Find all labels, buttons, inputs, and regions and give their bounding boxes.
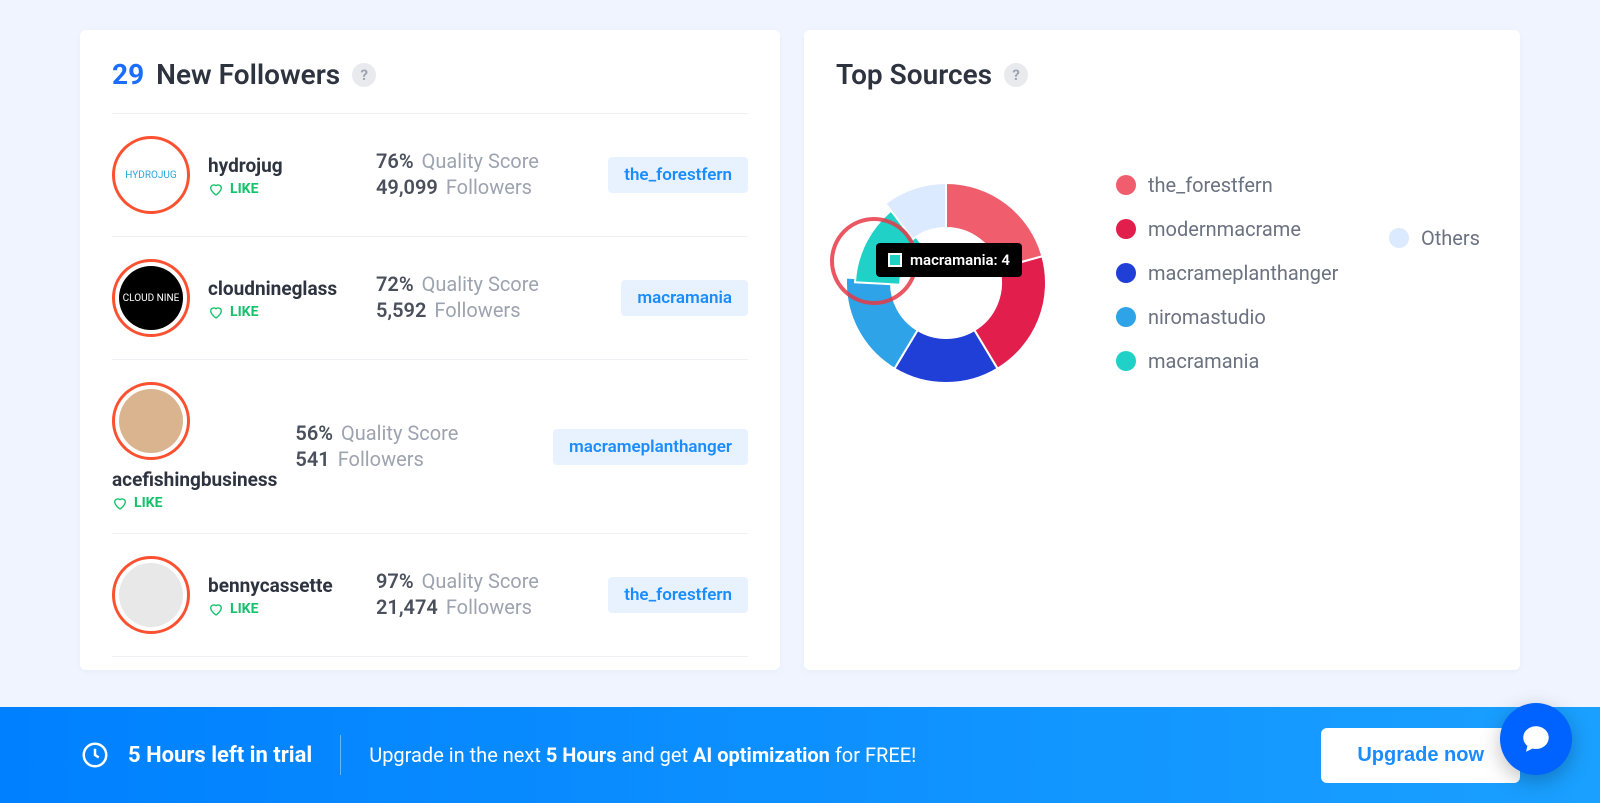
follower-row[interactable]: bennycassette LIKE 97%Quality Score 21,4… [112, 534, 748, 657]
new-followers-count: 29 [112, 58, 144, 91]
trial-time-left: 5 Hours left in trial [128, 743, 312, 768]
follower-stats: 97%Quality Score 21,474Followers [376, 569, 590, 621]
help-icon[interactable]: ? [1004, 63, 1028, 87]
heart-icon [208, 181, 224, 197]
like-button[interactable]: LIKE [208, 601, 358, 617]
donut-chart[interactable]: macramania: 4 [836, 173, 1056, 393]
upgrade-button[interactable]: Upgrade now [1321, 728, 1520, 783]
legend-item[interactable]: macramania [1116, 349, 1338, 373]
legend-item[interactable]: niromastudio [1116, 305, 1338, 329]
chat-icon [1519, 722, 1553, 756]
tooltip-label: macramania: 4 [910, 251, 1010, 269]
trial-message: Upgrade in the next 5 Hours and get AI o… [369, 743, 916, 767]
heart-icon [208, 304, 224, 320]
top-sources-header: Top Sources ? [836, 58, 1488, 113]
heart-icon [112, 495, 128, 511]
legend-item[interactable]: macrameplanthanger [1116, 261, 1338, 285]
source-tag[interactable]: the_forestfern [608, 577, 748, 613]
chart-tooltip: macramania: 4 [876, 243, 1022, 277]
source-tag[interactable]: the_forestfern [608, 157, 748, 193]
legend-label: macramania [1148, 349, 1259, 373]
like-label: LIKE [230, 304, 258, 320]
new-followers-header: 29 New Followers ? [112, 58, 748, 114]
source-tag[interactable]: macrameplanthanger [553, 429, 748, 465]
legend-label: modernmacrame [1148, 217, 1301, 241]
legend-dot [1389, 228, 1409, 248]
divider [340, 735, 341, 775]
legend-item-others[interactable]: Others [1389, 226, 1480, 250]
legend-label: Others [1421, 226, 1480, 250]
like-button[interactable]: LIKE [208, 304, 358, 320]
chart-legend: the_forestfern modernmacrame macrameplan… [1116, 173, 1338, 373]
follower-stats: 56%Quality Score 541Followers [295, 421, 535, 473]
clock-icon [80, 740, 110, 770]
trial-banner: 5 Hours left in trial Upgrade in the nex… [0, 707, 1600, 803]
avatar[interactable] [112, 556, 190, 634]
like-label: LIKE [134, 495, 162, 511]
like-button[interactable]: LIKE [112, 495, 162, 511]
avatar[interactable] [112, 382, 190, 460]
legend-item[interactable]: modernmacrame [1116, 217, 1338, 241]
top-sources-panel: Top Sources ? macramania: 4 the_forestfe… [804, 30, 1520, 670]
legend-label: niromastudio [1148, 305, 1266, 329]
follower-username: hydrojug [208, 154, 358, 177]
new-followers-panel: 29 New Followers ? HYDROJUG hydrojug LIK… [80, 30, 780, 670]
like-label: LIKE [230, 181, 258, 197]
chat-fab[interactable] [1500, 703, 1572, 775]
follower-row[interactable]: CLOUD NINE cloudnineglass LIKE 72%Qualit… [112, 237, 748, 360]
tooltip-swatch [888, 253, 902, 267]
legend-dot [1116, 351, 1136, 371]
avatar[interactable]: CLOUD NINE [112, 259, 190, 337]
legend-dot [1116, 175, 1136, 195]
top-sources-chart-area: macramania: 4 the_forestfern modernmacra… [836, 113, 1488, 393]
help-icon[interactable]: ? [352, 63, 376, 87]
follower-row[interactable]: acefishingbusiness LIKE 56%Quality Score… [112, 360, 748, 534]
legend-label: macrameplanthanger [1148, 261, 1338, 285]
legend-dot [1116, 219, 1136, 239]
follower-username: bennycassette [208, 574, 358, 597]
legend-item[interactable]: the_forestfern [1116, 173, 1338, 197]
legend-label: the_forestfern [1148, 173, 1273, 197]
new-followers-title: New Followers [156, 58, 340, 91]
follower-row[interactable]: HYDROJUG hydrojug LIKE 76%Quality Score … [112, 114, 748, 237]
legend-dot [1116, 307, 1136, 327]
like-label: LIKE [230, 601, 258, 617]
avatar[interactable]: HYDROJUG [112, 136, 190, 214]
like-button[interactable]: LIKE [208, 181, 358, 197]
legend-dot [1116, 263, 1136, 283]
follower-username: cloudnineglass [208, 277, 358, 300]
follower-stats: 72%Quality Score 5,592Followers [376, 272, 603, 324]
heart-icon [208, 601, 224, 617]
follower-stats: 76%Quality Score 49,099Followers [376, 149, 590, 201]
source-tag[interactable]: macramania [621, 280, 748, 316]
follower-username: acefishingbusiness [112, 468, 277, 491]
top-sources-title: Top Sources [836, 58, 992, 91]
